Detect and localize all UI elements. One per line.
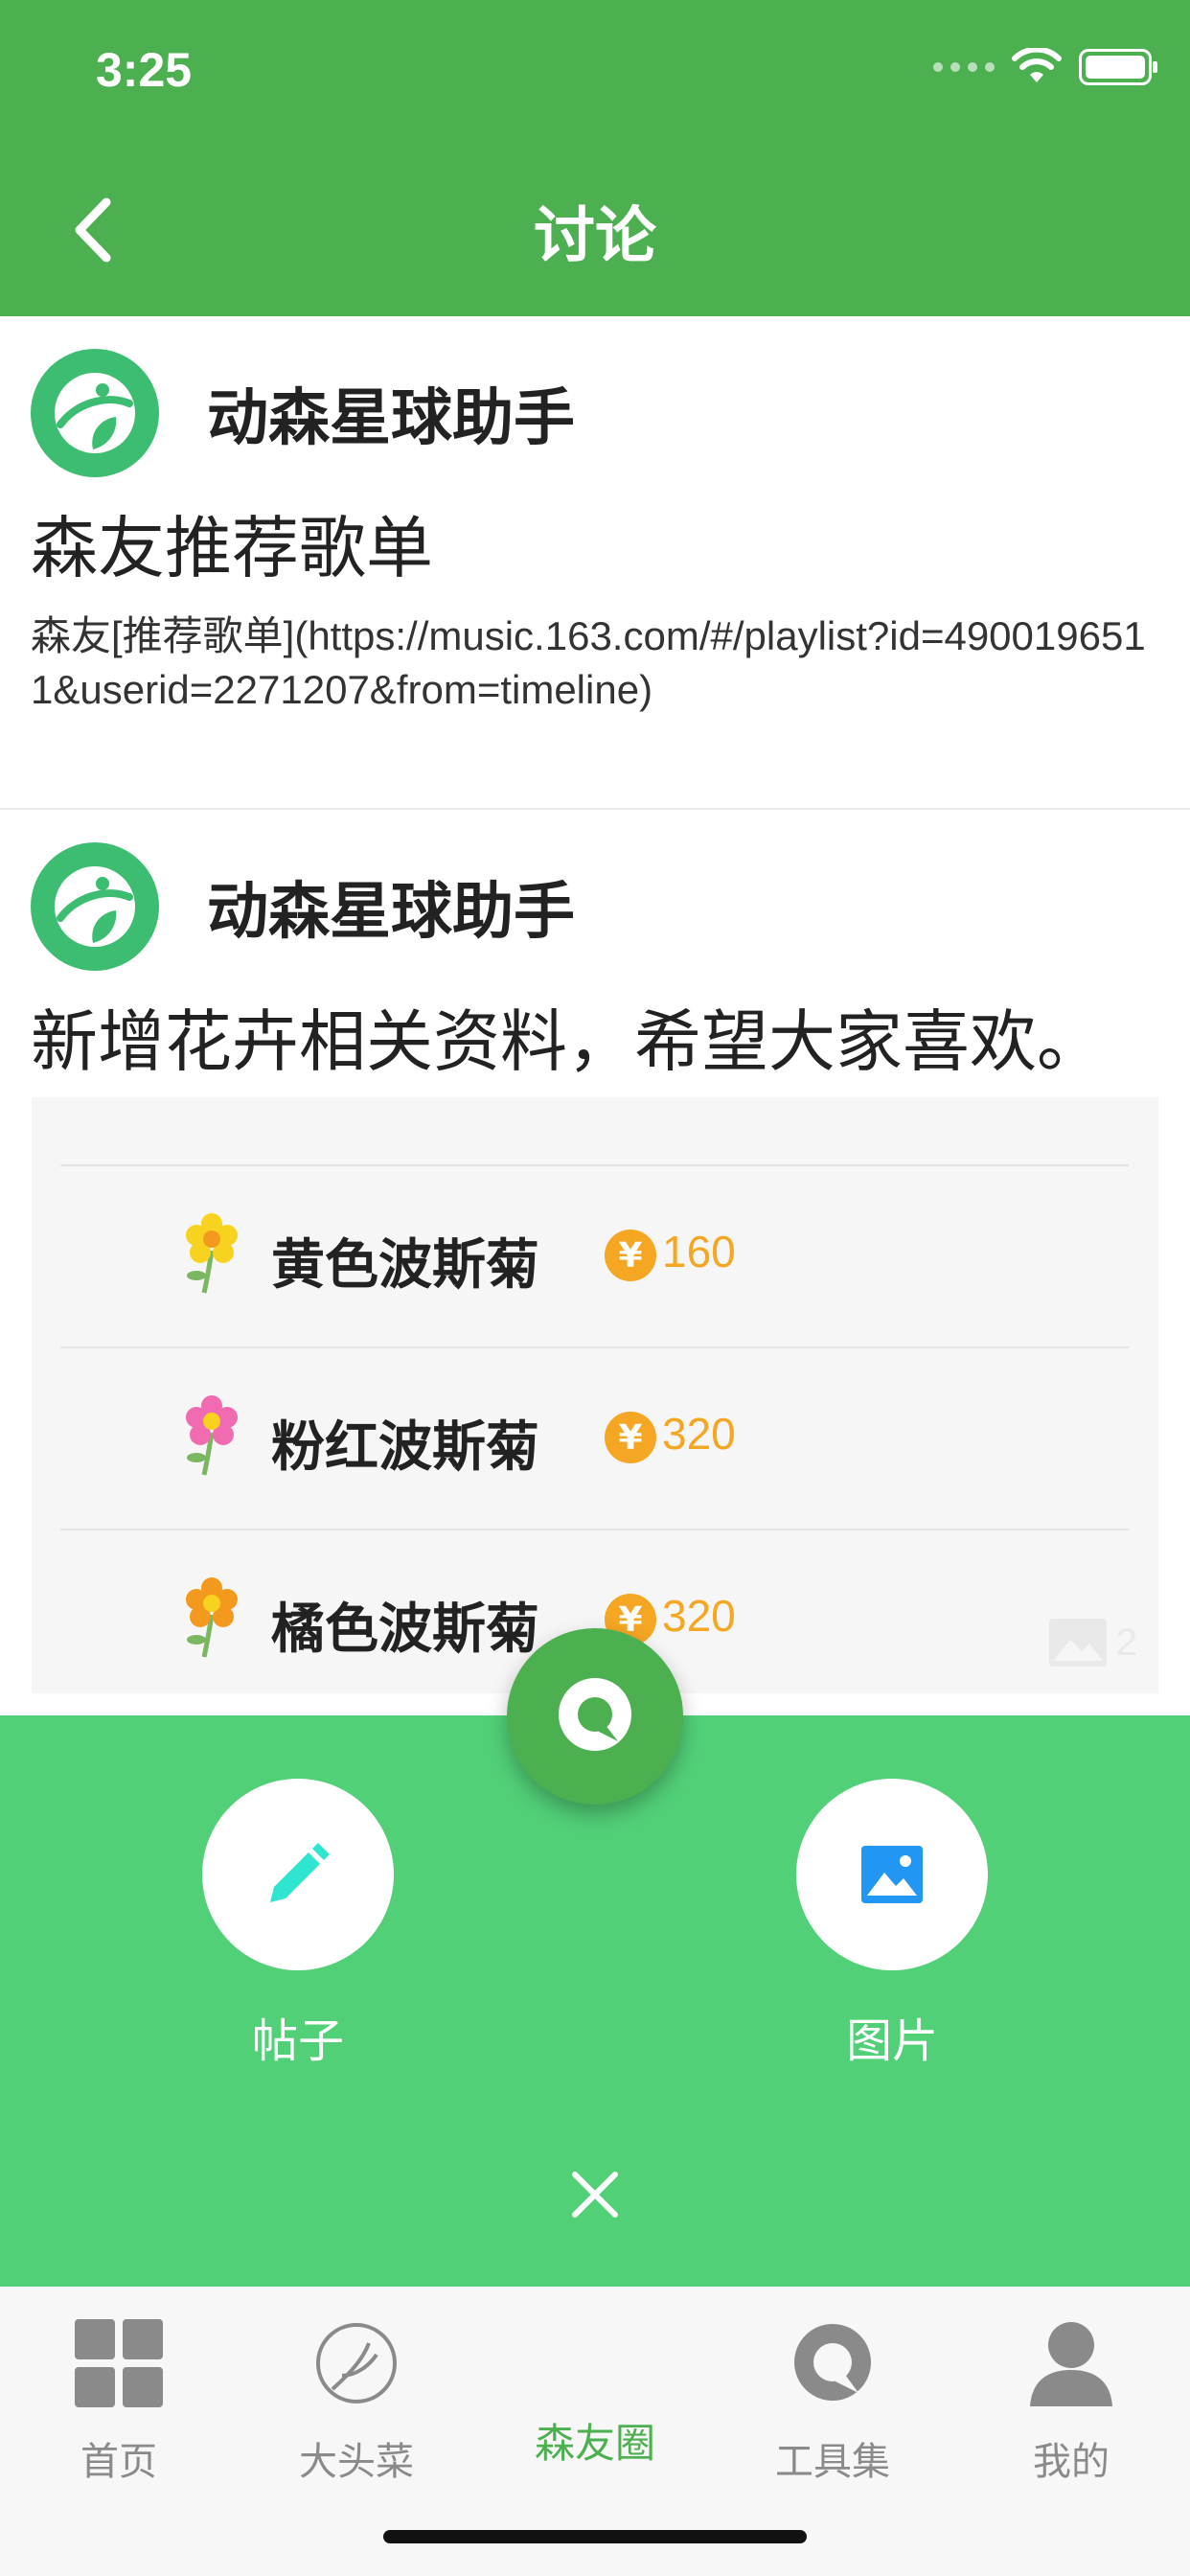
tab-label: 我的 (1033, 2440, 1110, 2484)
chat-bubble-icon (559, 1678, 631, 1751)
flower-price: 320 (662, 1409, 736, 1459)
tab-friends-circle[interactable]: 森友圈 (476, 2287, 714, 2507)
avatar[interactable] (31, 842, 159, 971)
leaf-logo-icon (55, 373, 135, 453)
flower-name: 橘色波斯菊 (271, 1598, 539, 1661)
nav-header: 3:25 讨论 (0, 0, 1190, 316)
post-author[interactable]: 动森星球助手 (31, 349, 575, 477)
image-icon (861, 1846, 923, 1903)
flower-icon (186, 1213, 238, 1294)
image-icon (1048, 1619, 1107, 1667)
new-post-button[interactable] (202, 1779, 394, 1970)
flower-name: 黄色波斯菊 (271, 1234, 539, 1297)
flower-icon (186, 1577, 238, 1658)
avatar[interactable] (31, 349, 159, 477)
tab-mine[interactable]: 我的 (952, 2287, 1190, 2507)
new-image-button[interactable] (796, 1779, 988, 1970)
battery-icon (1079, 49, 1157, 85)
status-time: 3:25 (96, 43, 193, 97)
coin-icon: ¥ (605, 1412, 656, 1463)
list-item: 黄色波斯菊 ¥ 160 (60, 1164, 1129, 1346)
post-body: 森友[推荐歌单](https://music.163.com/#/playlis… (31, 613, 1146, 712)
page-title: 讨论 (534, 201, 656, 272)
chat-bubble-icon (785, 2315, 881, 2411)
new-image-label: 图片 (845, 2014, 938, 2068)
signal-icon (933, 62, 995, 72)
flower-row-partial (60, 1097, 1129, 1134)
tab-home[interactable]: 首页 (0, 2287, 238, 2507)
close-icon (572, 2172, 618, 2218)
fab-button[interactable] (507, 1628, 683, 1805)
grid-icon (71, 2315, 167, 2411)
author-name: 动森星球助手 (207, 383, 575, 454)
tab-turnip[interactable]: 大头菜 (238, 2287, 475, 2507)
tab-label: 森友圈 (534, 2420, 655, 2467)
flower-price: 160 (662, 1227, 736, 1276)
image-count: 2 (1115, 1621, 1137, 1664)
post-title: 森友推荐歌单 (31, 509, 433, 587)
post-author[interactable]: 动森星球助手 (31, 842, 575, 971)
post-image[interactable]: 黄色波斯菊 ¥ 160 粉红波斯菊 ¥ 320 橘色波斯菊 ¥ 320 2 (32, 1097, 1158, 1693)
tab-label: 首页 (80, 2440, 157, 2484)
user-icon (1023, 2315, 1119, 2411)
tab-label: 工具集 (775, 2440, 890, 2484)
turnip-icon (309, 2315, 404, 2411)
leaf-logo-icon (55, 866, 135, 947)
flower-icon (186, 1395, 238, 1476)
list-item: 粉红波斯菊 ¥ 320 (60, 1346, 1129, 1529)
flower-name: 粉红波斯菊 (271, 1416, 539, 1479)
author-name: 动森星球助手 (207, 877, 575, 948)
home-indicator (383, 2530, 807, 2543)
image-count-badge: 2 (1048, 1619, 1137, 1667)
tab-tools[interactable]: 工具集 (714, 2287, 951, 2507)
flower-price: 320 (662, 1591, 736, 1641)
new-post-label: 帖子 (251, 2014, 344, 2068)
wifi-icon (1012, 48, 1062, 82)
post-title: 新增花卉相关资料，希望大家喜欢。 (31, 1002, 1104, 1081)
tab-label: 大头菜 (299, 2440, 414, 2484)
status-icons (933, 48, 1157, 86)
pencil-icon (270, 1843, 330, 1902)
post-card[interactable]: 动森星球助手 森友推荐歌单 森友[推荐歌单](https://music.163… (0, 316, 1190, 810)
close-button[interactable] (547, 2147, 643, 2242)
coin-icon: ¥ (605, 1230, 656, 1281)
